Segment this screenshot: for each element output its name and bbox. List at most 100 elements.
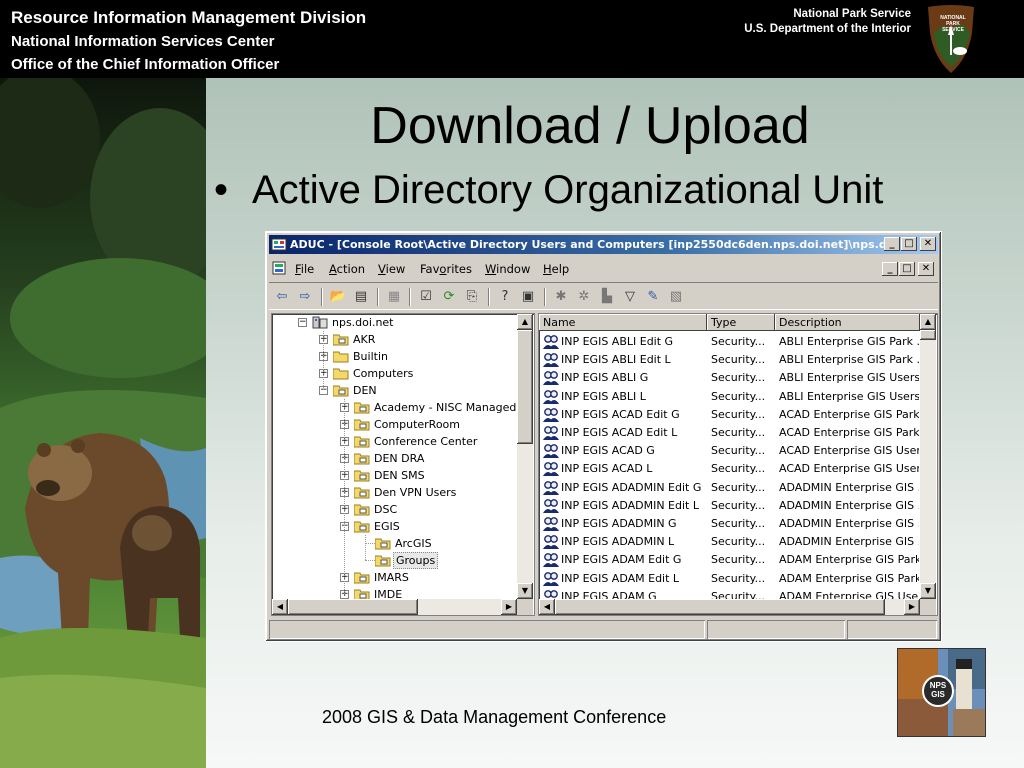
tree-item-label: Computers bbox=[353, 367, 414, 380]
tree-item-label: Builtin bbox=[353, 350, 388, 363]
console-icon[interactable] bbox=[271, 260, 287, 276]
minimize-button[interactable]: _ bbox=[884, 237, 900, 251]
tree-item[interactable]: ArcGIS bbox=[272, 535, 517, 552]
menu-view[interactable]: View bbox=[378, 262, 405, 276]
security-group-icon bbox=[543, 517, 559, 531]
group-type: Security... bbox=[711, 480, 766, 494]
tree-horizontal-scrollbar[interactable]: ◀ ▶ bbox=[272, 599, 517, 615]
list-vertical-scrollbar[interactable]: ▲ ▼ bbox=[920, 314, 936, 599]
forward-arrow-icon[interactable]: ⇨ bbox=[296, 288, 314, 306]
menu-help[interactable]: Help bbox=[543, 262, 569, 276]
table-row[interactable]: INP EGIS ABLI G Security... ABLI Enterpris… bbox=[539, 369, 920, 387]
window-title: ADUC - [Console Root\Active Directory Us… bbox=[290, 238, 900, 251]
domain-icon bbox=[312, 316, 328, 329]
tree-scroll-thumb[interactable] bbox=[517, 330, 533, 444]
console-tree-pane[interactable]: − nps.doi.net + AKR + Builtin + Computers − DEN + A… bbox=[271, 313, 535, 616]
table-row[interactable]: INP EGIS ADADMIN Edit L Security... ADADMI… bbox=[539, 497, 920, 515]
refresh-icon[interactable]: ⟳ bbox=[440, 288, 458, 306]
tree-item[interactable]: + Academy - NISC Managed bbox=[272, 399, 517, 416]
up-folder-icon[interactable]: 📂 bbox=[329, 288, 347, 306]
properties-icon[interactable]: ☑ bbox=[417, 288, 435, 306]
aduc-window[interactable]: ADUC - [Console Root\Active Directory Us… bbox=[265, 231, 942, 642]
new-ou-icon[interactable]: ▙ bbox=[598, 288, 616, 306]
scroll-left-icon[interactable]: ◀ bbox=[272, 599, 288, 615]
scroll-down-icon[interactable]: ▼ bbox=[920, 583, 936, 599]
table-row[interactable]: INP EGIS ABLI Edit G Security... ABLI Ente… bbox=[539, 333, 920, 351]
tree-item[interactable]: + Computers bbox=[272, 365, 517, 382]
window-titlebar[interactable]: ADUC - [Console Root\Active Directory Us… bbox=[269, 235, 938, 254]
find-icon[interactable]: ✎ bbox=[644, 288, 662, 306]
scroll-up-icon[interactable]: ▲ bbox=[517, 314, 533, 330]
scroll-up-icon[interactable]: ▲ bbox=[920, 314, 936, 330]
group-description: ADADMIN Enterprise GIS ... bbox=[779, 517, 919, 530]
table-row[interactable]: INP EGIS ACAD L Security... ACAD Enterpris… bbox=[539, 460, 920, 478]
table-row[interactable]: INP EGIS ADADMIN L Security... ADADMIN Ent… bbox=[539, 533, 920, 551]
table-row[interactable]: INP EGIS ADADMIN G Security... ADADMIN Ent… bbox=[539, 515, 920, 533]
column-header-name[interactable]: Name bbox=[539, 314, 707, 331]
console-tree-icon[interactable]: ▣ bbox=[519, 288, 537, 306]
scroll-left-icon[interactable]: ◀ bbox=[539, 599, 555, 615]
tree-vertical-scrollbar[interactable]: ▲ ▼ bbox=[517, 314, 533, 599]
tree-item[interactable]: + DEN DRA bbox=[272, 450, 517, 467]
column-header-description[interactable]: Description bbox=[775, 314, 920, 331]
tree-item-label: ArcGIS bbox=[395, 537, 432, 550]
back-arrow-icon[interactable]: ⇦ bbox=[273, 288, 291, 306]
new-user-icon[interactable]: ✱ bbox=[552, 288, 570, 306]
help-icon[interactable]: ? bbox=[496, 288, 514, 306]
table-row[interactable]: INP EGIS ACAD G Security... ACAD Enterpris… bbox=[539, 442, 920, 460]
ou-folder-icon bbox=[354, 487, 370, 499]
table-row[interactable]: INP EGIS ACAD Edit L Security... ACAD Ente… bbox=[539, 424, 920, 442]
menu-action[interactable]: Action bbox=[329, 262, 365, 276]
list-scroll-thumb[interactable] bbox=[920, 330, 936, 340]
tree-item[interactable]: + Den VPN Users bbox=[272, 484, 517, 501]
show-hide-tree-icon[interactable]: ▤ bbox=[352, 288, 370, 306]
child-restore-button[interactable]: □ bbox=[899, 262, 915, 276]
details-list-pane[interactable]: Name Type Description INP EGIS ABLI Edit… bbox=[538, 313, 938, 616]
office-name: Office of the Chief Information Officer bbox=[11, 56, 280, 73]
tree-item[interactable]: Groups bbox=[272, 552, 517, 569]
close-button[interactable]: ✕ bbox=[920, 237, 936, 251]
new-group-icon[interactable]: ✲ bbox=[575, 288, 593, 306]
tree-item[interactable]: − EGIS bbox=[272, 518, 517, 535]
tree-item[interactable]: + IMARS bbox=[272, 569, 517, 586]
list-hscroll-thumb[interactable] bbox=[555, 599, 885, 615]
column-header-type[interactable]: Type bbox=[707, 314, 775, 331]
tree-item[interactable]: + AKR bbox=[272, 331, 517, 348]
child-minimize-button[interactable]: _ bbox=[882, 262, 898, 276]
tree-item-label: DSC bbox=[374, 503, 398, 516]
tree-item[interactable]: − DEN bbox=[272, 382, 517, 399]
tree-item[interactable]: + DSC bbox=[272, 501, 517, 518]
tree-item[interactable]: + DEN SMS bbox=[272, 467, 517, 484]
child-close-button[interactable]: ✕ bbox=[918, 262, 934, 276]
tree-item[interactable]: + Conference Center bbox=[272, 433, 517, 450]
tree-hscroll-thumb[interactable] bbox=[288, 599, 418, 615]
menu-window[interactable]: Window bbox=[485, 262, 530, 276]
scroll-right-icon[interactable]: ▶ bbox=[501, 599, 517, 615]
tree-item[interactable]: + ComputerRoom bbox=[272, 416, 517, 433]
toolbar-separator bbox=[544, 288, 546, 306]
scroll-right-icon[interactable]: ▶ bbox=[904, 599, 920, 615]
table-row[interactable]: INP EGIS ADAM Edit G Security... ADAM Ente… bbox=[539, 551, 920, 569]
tree-item[interactable]: + Builtin bbox=[272, 348, 517, 365]
add-to-group-icon[interactable]: ▧ bbox=[667, 288, 685, 306]
security-group-icon bbox=[543, 371, 559, 386]
export-list-icon[interactable]: ⎘ bbox=[463, 288, 481, 306]
table-row[interactable]: INP EGIS ABLI Edit L Security... ABLI Ente… bbox=[539, 351, 920, 369]
menu-file[interactable]: File bbox=[295, 262, 314, 276]
folder-icon bbox=[333, 368, 349, 380]
aduc-app-icon bbox=[271, 238, 287, 251]
table-row[interactable]: INP EGIS ADADMIN Edit G Security... ADADMI… bbox=[539, 479, 920, 497]
list-horizontal-scrollbar[interactable]: ◀ ▶ bbox=[539, 599, 920, 615]
menu-favorites[interactable]: Favorites bbox=[420, 262, 472, 276]
table-row[interactable]: INP EGIS ADAM Edit L Security... ADAM Ente… bbox=[539, 570, 920, 588]
nps-gis-logo: NPS GIS bbox=[897, 648, 986, 737]
table-row[interactable]: INP EGIS ACAD Edit G Security... ACAD Ente… bbox=[539, 406, 920, 424]
table-row[interactable]: INP EGIS ABLI L Security... ABLI Enterpris… bbox=[539, 388, 920, 406]
scroll-down-icon[interactable]: ▼ bbox=[517, 583, 533, 599]
collapse-icon[interactable]: − bbox=[298, 318, 307, 327]
filter-icon[interactable]: ▽ bbox=[621, 288, 639, 306]
restore-button[interactable]: □ bbox=[901, 237, 917, 251]
tree-item[interactable]: − nps.doi.net bbox=[272, 314, 517, 331]
tree-item-label: Groups bbox=[393, 552, 439, 569]
delete-icon[interactable]: ▦ bbox=[385, 288, 403, 306]
